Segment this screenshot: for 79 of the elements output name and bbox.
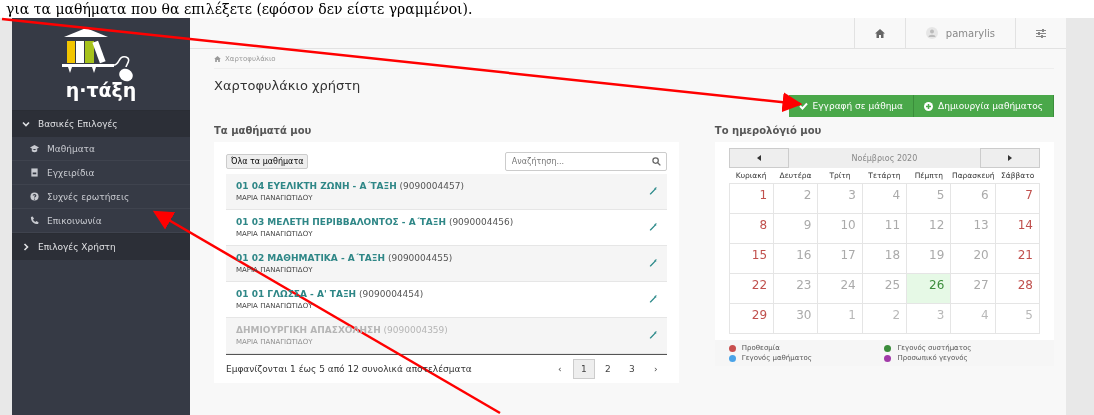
calendar-day[interactable]: 4: [862, 184, 908, 214]
document-icon: [30, 168, 39, 177]
calendar-day[interactable]: 15: [729, 244, 775, 274]
home-icon[interactable]: [874, 28, 885, 38]
page-button[interactable]: 2: [596, 359, 619, 379]
calendar-day[interactable]: 3: [907, 304, 952, 334]
left-triangle-icon: [756, 155, 761, 161]
sidebar-item-label: Μαθήματα: [47, 143, 95, 154]
calendar-day[interactable]: 27: [951, 274, 996, 304]
calendar-day[interactable]: 10: [818, 214, 863, 244]
chevron-icon: [22, 243, 30, 251]
logo-text: η·τάξη: [65, 79, 137, 101]
calendar-day[interactable]: 25: [862, 274, 908, 304]
calendar-day[interactable]: 28: [995, 274, 1040, 304]
section-title: Τα μαθήματά μου: [214, 125, 313, 136]
sidebar-item[interactable]: Συχνές ερωτήσεις: [12, 185, 190, 209]
calendar-day[interactable]: 17: [818, 244, 863, 274]
page-button[interactable]: 3: [620, 359, 643, 379]
phone-icon: [30, 216, 39, 225]
calendar-day[interactable]: 2: [862, 304, 908, 334]
calendar-day[interactable]: 20: [951, 244, 996, 274]
home-icon: [214, 56, 221, 62]
sidebar-section-header[interactable]: Βασικές Επιλογές: [12, 110, 190, 137]
caption-text: για τα μαθήματα που θα επιλέξετε (εφόσον δεν είστε γραμμένοι).: [5, 0, 474, 18]
calendar-day[interactable]: 3: [818, 184, 863, 214]
chevron-icon: [22, 120, 30, 128]
page-button[interactable]: ›: [644, 359, 667, 379]
avatar-icon: [925, 27, 938, 39]
calendar-day[interactable]: 23: [774, 274, 819, 304]
section-label: Βασικές Επιλογές: [38, 119, 118, 129]
sidebar-item-label: Εγχειρίδια: [47, 167, 95, 178]
calendar-day[interactable]: 26: [907, 274, 952, 304]
right-triangle-icon: [1008, 155, 1012, 161]
course-title[interactable]: 01 02 ΜΑΘΗΜΑΤΙΚΑ - Α΄ΤΑΞΗ (9090004455): [236, 253, 453, 263]
calendar-day[interactable]: 11: [862, 214, 908, 244]
calendar-day[interactable]: 12: [907, 214, 952, 244]
calendar-day[interactable]: 14: [995, 214, 1040, 244]
calendar-day[interactable]: 29: [729, 304, 775, 334]
calendar-day[interactable]: 24: [818, 274, 863, 304]
graduation-cap-icon: [30, 144, 39, 153]
plus-circle-icon: [924, 101, 934, 111]
course-title[interactable]: 01 03 ΜΕΛΕΤΗ ΠΕΡΙΒΒΑΛΟΝΤΟΣ - Α΄ΤΑΞΗ (9090004456): [236, 217, 514, 227]
calendar-day[interactable]: 5: [907, 184, 952, 214]
sidebar-item[interactable]: Εγχειρίδια: [12, 161, 190, 185]
calendar-day[interactable]: 1: [818, 304, 863, 334]
check-icon: [798, 102, 808, 110]
calendar-day[interactable]: 2: [774, 184, 819, 214]
question-icon: [30, 192, 39, 201]
calendar-day[interactable]: 19: [907, 244, 952, 274]
calendar-day[interactable]: 22: [729, 274, 775, 304]
enroll-button[interactable]: Εγγραφή σε μάθημα: [788, 95, 915, 117]
sidebar-item-label: Συχνές ερωτήσεις: [47, 191, 130, 202]
page-title: Χαρτοφυλάκιο χρήστη: [214, 78, 362, 93]
calendar-day[interactable]: 5: [995, 304, 1040, 334]
calendar-day[interactable]: 8: [729, 214, 775, 244]
all-courses-button[interactable]: Όλα τα μαθήματα: [226, 153, 309, 169]
page-button[interactable]: ‹: [548, 359, 571, 379]
sidebar-item-label: Επικοινωνία: [47, 215, 102, 226]
calendar-day[interactable]: 7: [995, 184, 1040, 214]
create-course-button[interactable]: Δημιουργία μαθήματος: [914, 95, 1054, 117]
page-button[interactable]: 1: [572, 359, 595, 379]
course-title[interactable]: 01 04 ΕΥΕΛΙΚΤΗ ΖΩΝΗ - Α΄ΤΑΞΗ (9090004457): [236, 181, 464, 191]
calendar-day[interactable]: 21: [995, 244, 1040, 274]
calendar-day[interactable]: 18: [862, 244, 908, 274]
username[interactable]: pamarylis: [945, 27, 995, 39]
calendar-day[interactable]: 13: [951, 214, 996, 244]
search-icon: [651, 156, 661, 166]
sliders-icon[interactable]: [1036, 28, 1046, 38]
calendar-day[interactable]: 16: [774, 244, 819, 274]
calendar-day[interactable]: 9: [774, 214, 819, 244]
calendar-day[interactable]: 1: [729, 184, 775, 214]
calendar-day[interactable]: 6: [951, 184, 996, 214]
section-label: Επιλογές Χρήστη: [38, 242, 116, 252]
search-field[interactable]: Αναζήτηση...: [504, 151, 667, 171]
sidebar-section-header[interactable]: Επιλογές Χρήστη: [12, 233, 190, 260]
calendar-day[interactable]: 30: [774, 304, 819, 334]
month-label: Νοέμβριος 2020: [788, 148, 980, 168]
section-title: Το ημερολόγιό μου: [714, 125, 823, 136]
calendar-day[interactable]: 4: [951, 304, 996, 334]
